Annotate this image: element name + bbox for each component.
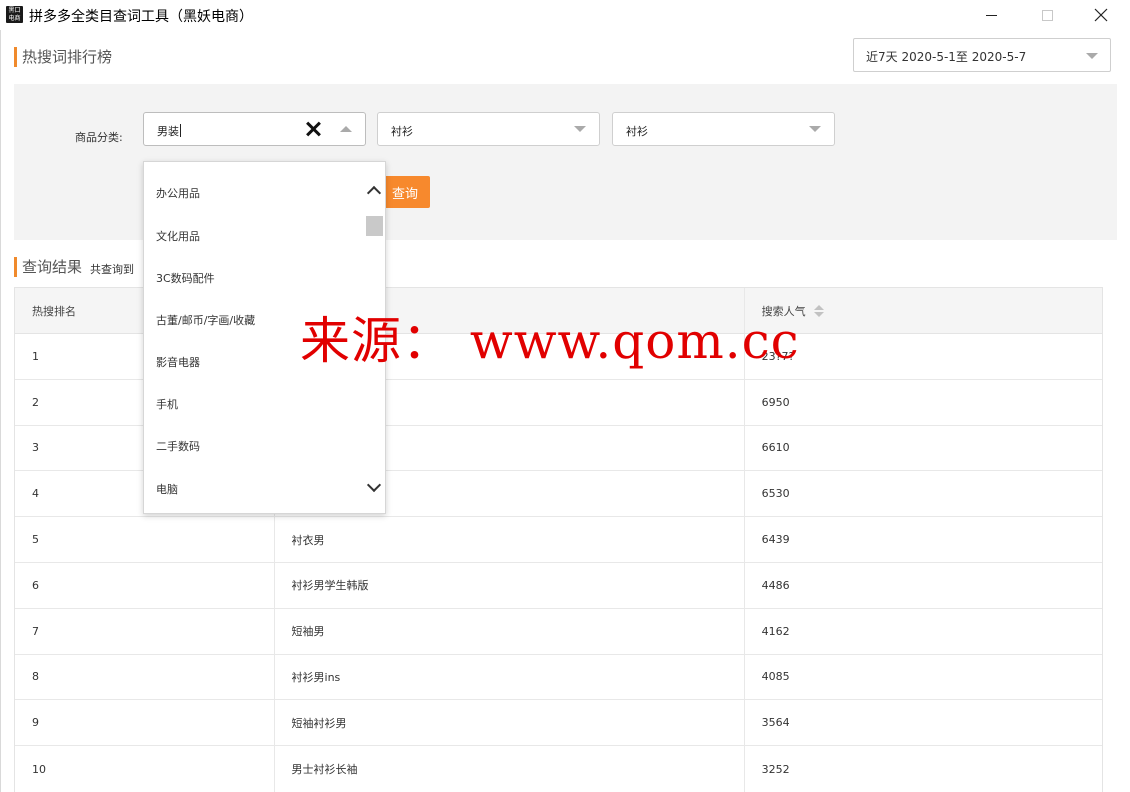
scrollbar-thumb[interactable] [366,216,383,236]
table-row: 8 衬衫男ins 4085 [15,654,1102,701]
rank-cell: 5 [15,517,275,562]
dropdown-option[interactable]: 电脑 [156,481,178,497]
popularity-cell: 4085 [761,670,790,684]
results-title: 查询结果 [22,258,83,276]
dropdown-option[interactable]: 二手数码 [156,438,200,454]
close-button[interactable] [1078,0,1124,30]
maximize-button[interactable] [1024,0,1070,30]
rank-cell: 6 [15,562,275,608]
popularity-cell: 6950 [761,395,790,409]
date-range-select[interactable]: 近7天 2020-5-1至 2020-5-7 [853,38,1111,72]
table-row: 10 男士衬衫长袖 3252 [15,746,1102,792]
query-button[interactable]: 查询 [380,176,430,208]
dropdown-option[interactable]: 文化用品 [156,228,200,244]
chevron-down-icon [1086,53,1098,59]
keyword-cell: 衬衫男学生韩版 [275,562,745,608]
keyword-cell: 衬衣男 [275,517,745,562]
close-icon [1094,8,1108,22]
watermark-text: 来源： www.qom.cc [300,312,800,370]
chevron-up-icon [340,126,352,132]
title-bar: 黑口 电商 拼多多全类目查词工具（黑妖电商） [0,0,1130,30]
hot-search-heading: 热搜词排行榜 [14,46,112,67]
chevron-down-icon [809,126,821,132]
table-row: 7 短袖男 4162 [15,608,1102,655]
clear-icon[interactable] [304,120,322,138]
text-cursor [180,124,181,137]
popularity-cell: 4162 [761,624,790,638]
dropdown-option[interactable]: 手机 [156,396,178,412]
table-row: 5 衬衣男 6439 [15,517,1102,563]
scroll-up-icon[interactable] [366,185,382,201]
popularity-cell: 6439 [761,533,790,547]
hot-search-title: 热搜词排行榜 [22,48,113,66]
minimize-button[interactable] [968,0,1014,30]
category-level2-select[interactable]: 衬衫 [377,112,600,146]
keyword-cell: 男士衬衫长袖 [275,746,745,792]
window-edge [0,30,1,792]
keyword-cell: 短袖衬衫男 [275,700,745,746]
rank-cell: 8 [15,654,275,700]
category-label: 商品分类: [75,131,123,144]
category-level3-select[interactable]: 衬衫 [612,112,835,146]
keyword-cell: 短袖男 [275,608,745,654]
rank-cell: 9 [15,700,275,746]
app-logo-icon: 黑口 电商 [6,6,23,23]
results-heading: 查询结果 共查询到 [14,256,134,277]
rank-cell: 7 [15,608,275,654]
dropdown-option[interactable]: 古董/邮币/字画/收藏 [156,312,255,328]
keyword-cell: 衬衫男ins [275,654,745,700]
scroll-down-icon[interactable] [366,477,382,493]
chevron-down-icon [574,126,586,132]
category-level3-value: 衬衫 [626,125,648,138]
popularity-cell: 3252 [761,762,790,776]
dropdown-option[interactable]: 3C数码配件 [156,270,215,286]
heading-accent-bar [14,256,17,277]
sort-icon[interactable] [813,304,824,317]
minimize-icon [985,14,997,16]
popularity-cell: 6610 [761,441,790,455]
category-level1-value: 男装 [157,125,179,138]
category-level1-select[interactable]: 男装 [143,112,366,146]
category-level2-value: 衬衫 [391,125,413,138]
dropdown-option[interactable]: 影音电器 [156,354,200,370]
popularity-cell: 6530 [761,487,790,501]
window-title: 拼多多全类目查词工具（黑妖电商） [29,9,253,25]
heading-accent-bar [14,46,17,67]
category-level1-input[interactable]: 男装 [157,123,181,139]
maximize-icon [1041,9,1053,21]
table-row: 9 短袖衬衫男 3564 [15,700,1102,747]
table-row: 6 衬衫男学生韩版 4486 [15,562,1102,609]
dropdown-option[interactable]: 办公用品 [156,185,200,201]
popularity-cell: 3564 [761,716,790,730]
results-count: 共查询到 [90,262,135,276]
date-range-value: 近7天 2020-5-1至 2020-5-7 [866,50,1027,64]
rank-cell: 10 [15,746,275,792]
popularity-cell: 4486 [761,578,790,592]
